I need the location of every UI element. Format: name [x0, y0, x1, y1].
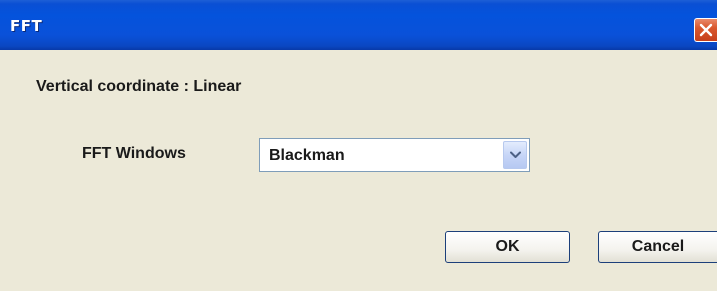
- dropdown-button[interactable]: [503, 141, 527, 169]
- window-title: FFT: [10, 17, 43, 35]
- ok-button[interactable]: OK: [445, 231, 570, 263]
- fft-windows-select[interactable]: Blackman: [259, 138, 530, 172]
- close-icon: [699, 23, 713, 37]
- fft-windows-selected-value: Blackman: [269, 147, 345, 164]
- close-button[interactable]: [694, 18, 717, 42]
- cancel-button[interactable]: Cancel: [598, 231, 717, 263]
- fft-dialog: FFT Vertical coordinate : Linear FFT Win…: [0, 0, 717, 291]
- title-bar[interactable]: FFT: [0, 0, 717, 50]
- vertical-coordinate-label: Vertical coordinate : Linear: [36, 78, 242, 95]
- dialog-body: Vertical coordinate : Linear FFT Windows…: [0, 50, 717, 291]
- fft-windows-label: FFT Windows: [82, 145, 186, 162]
- chevron-down-icon: [510, 151, 521, 158]
